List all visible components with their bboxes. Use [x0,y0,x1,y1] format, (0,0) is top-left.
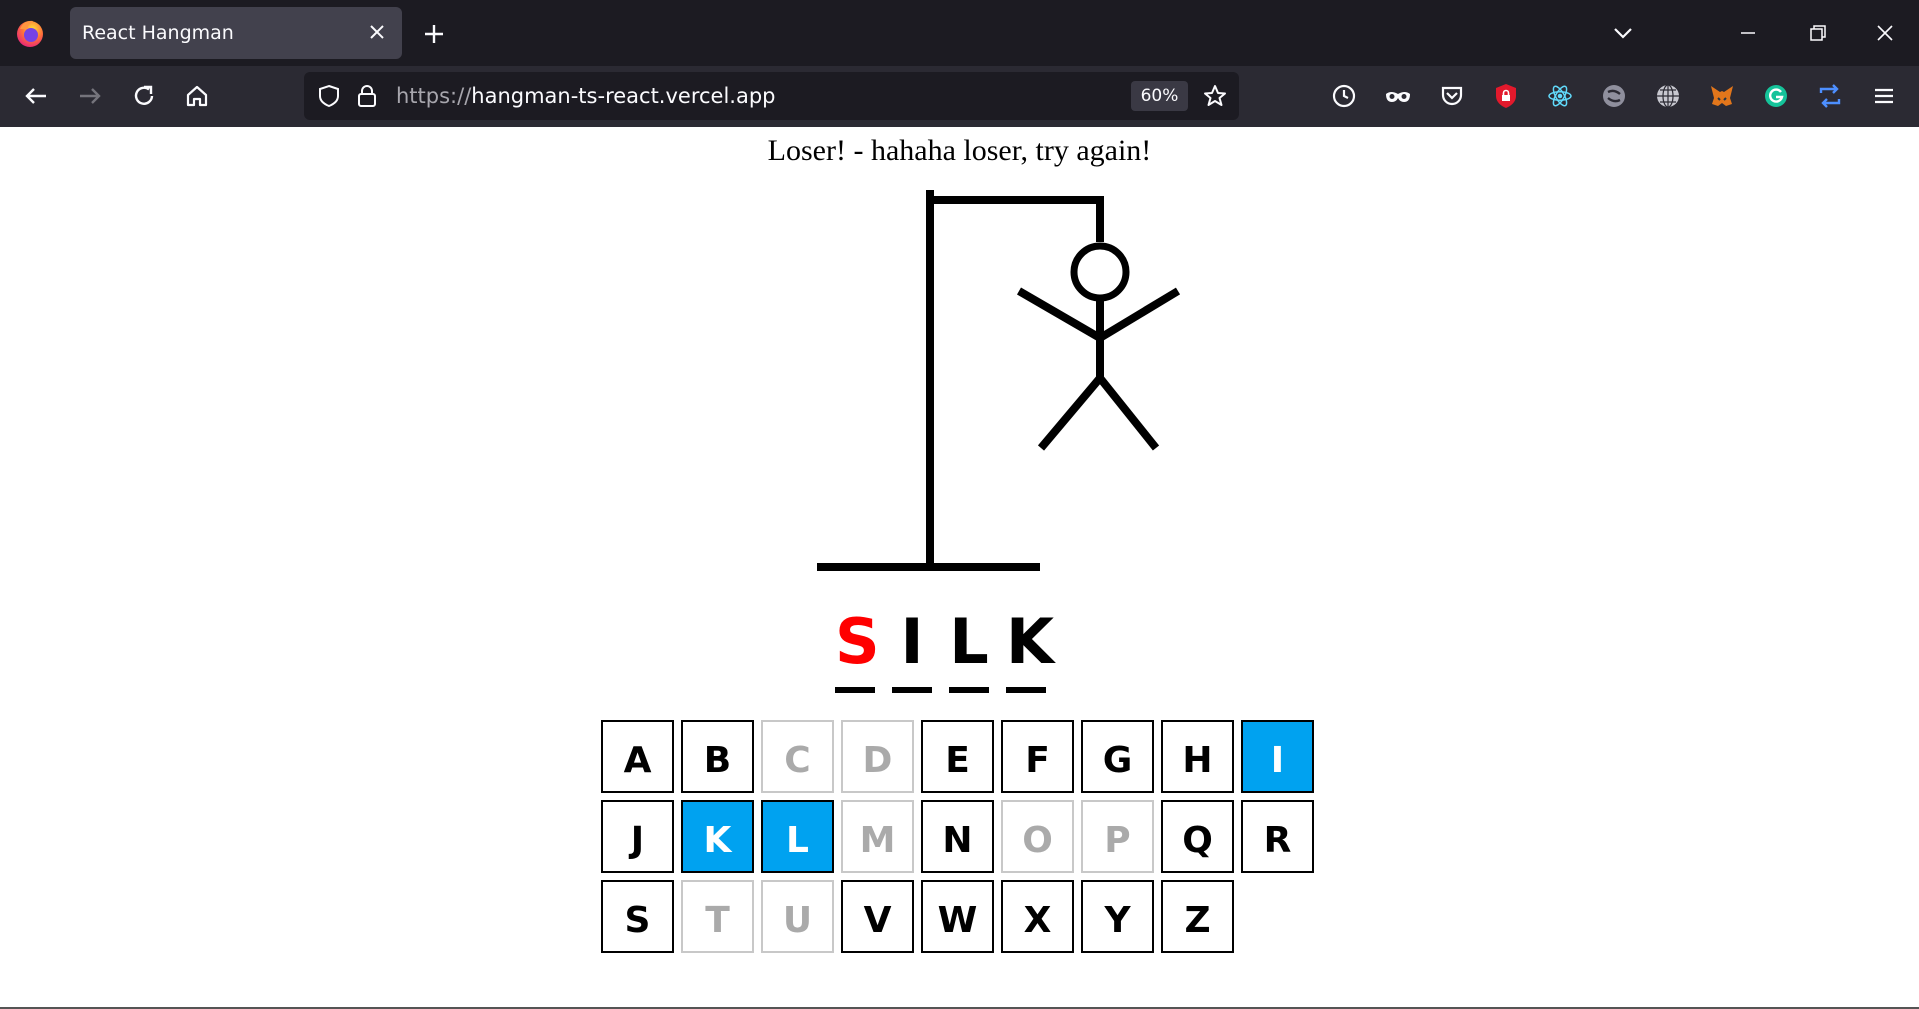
grammarly-icon[interactable] [1761,81,1791,111]
word-display: SILK [835,605,1055,695]
key-p: P [1081,800,1154,873]
key-s[interactable]: S [601,880,674,953]
key-f[interactable]: F [1001,720,1074,793]
close-icon[interactable] [366,21,388,43]
hangman-left-leg [1037,375,1104,451]
key-j[interactable]: J [601,800,674,873]
key-d: D [841,720,914,793]
word-letter-text: L [949,605,989,678]
word-letter-text: S [835,605,880,678]
star-icon[interactable] [1201,82,1229,110]
key-h[interactable]: H [1161,720,1234,793]
key-v[interactable]: V [841,880,914,953]
hangman-right-leg [1096,375,1160,451]
key-l: L [761,800,834,873]
sync-icon[interactable] [1815,81,1845,111]
close-window-icon[interactable] [1870,18,1900,48]
word-letter: K [1006,605,1055,695]
letter-underline [949,687,989,693]
url-text[interactable]: https://hangman-ts-react.vercel.app [396,84,776,108]
key-m: M [841,800,914,873]
word-letter-text: K [1006,605,1055,678]
extension-gray-icon[interactable] [1599,81,1629,111]
hangman-head [1070,242,1130,302]
key-n[interactable]: N [921,800,994,873]
hamburger-menu-icon[interactable] [1869,81,1899,111]
key-q[interactable]: Q [1161,800,1234,873]
restore-icon[interactable] [1803,18,1833,48]
key-b[interactable]: B [681,720,754,793]
globe-icon[interactable] [1653,81,1683,111]
address-bar[interactable]: https://hangman-ts-react.vercel.app 60% [304,72,1239,120]
letter-underline [1006,687,1046,693]
private-mask-icon[interactable] [1383,81,1413,111]
key-u: U [761,880,834,953]
forward-arrow-icon[interactable] [74,80,106,112]
tab-strip: React Hangman [0,0,1919,66]
key-i: I [1241,720,1314,793]
home-icon[interactable] [181,80,213,112]
key-r[interactable]: R [1241,800,1314,873]
key-y[interactable]: Y [1081,880,1154,953]
key-a[interactable]: A [601,720,674,793]
reload-icon[interactable] [128,80,160,112]
zoom-level-button[interactable]: 60% [1131,81,1188,111]
word-letter: I [892,605,932,695]
game-status-message: Loser! - hahaha loser, try again! [767,134,1152,167]
key-c: C [761,720,834,793]
letter-underline [892,687,932,693]
word-letter-text: I [900,605,924,678]
url-protocol: https:// [396,84,472,108]
firefox-logo-icon[interactable] [14,17,46,49]
key-x[interactable]: X [1001,880,1074,953]
key-e[interactable]: E [921,720,994,793]
shield-red-extension-icon[interactable] [1491,81,1521,111]
letter-keyboard: ABCDEFGHI JKLMNOPQR STUVWXYZ [601,720,1314,953]
key-z[interactable]: Z [1161,880,1234,953]
tab-title: React Hangman [82,22,234,44]
plus-icon[interactable] [420,20,448,48]
key-g[interactable]: G [1081,720,1154,793]
lock-icon[interactable] [354,82,380,110]
minimize-icon[interactable] [1733,18,1763,48]
key-t: T [681,880,754,953]
url-host: hangman-ts-react.vercel.app [471,84,776,108]
chevron-down-icon[interactable] [1608,18,1638,48]
word-letter: S [835,605,880,695]
letter-underline [835,687,875,693]
tab-react-hangman[interactable]: React Hangman [70,7,402,59]
navigation-toolbar: https://hangman-ts-react.vercel.app 60% [0,66,1919,127]
word-letter: L [949,605,989,695]
react-devtools-icon[interactable] [1545,81,1575,111]
pocket-icon[interactable] [1437,81,1467,111]
key-o: O [1001,800,1074,873]
shield-icon[interactable] [315,82,343,110]
key-k: K [681,800,754,873]
history-icon[interactable] [1329,81,1359,111]
hangman-drawing [817,190,1181,571]
metamask-fox-icon[interactable] [1707,81,1737,111]
back-arrow-icon[interactable] [20,80,52,112]
key-w[interactable]: W [921,880,994,953]
